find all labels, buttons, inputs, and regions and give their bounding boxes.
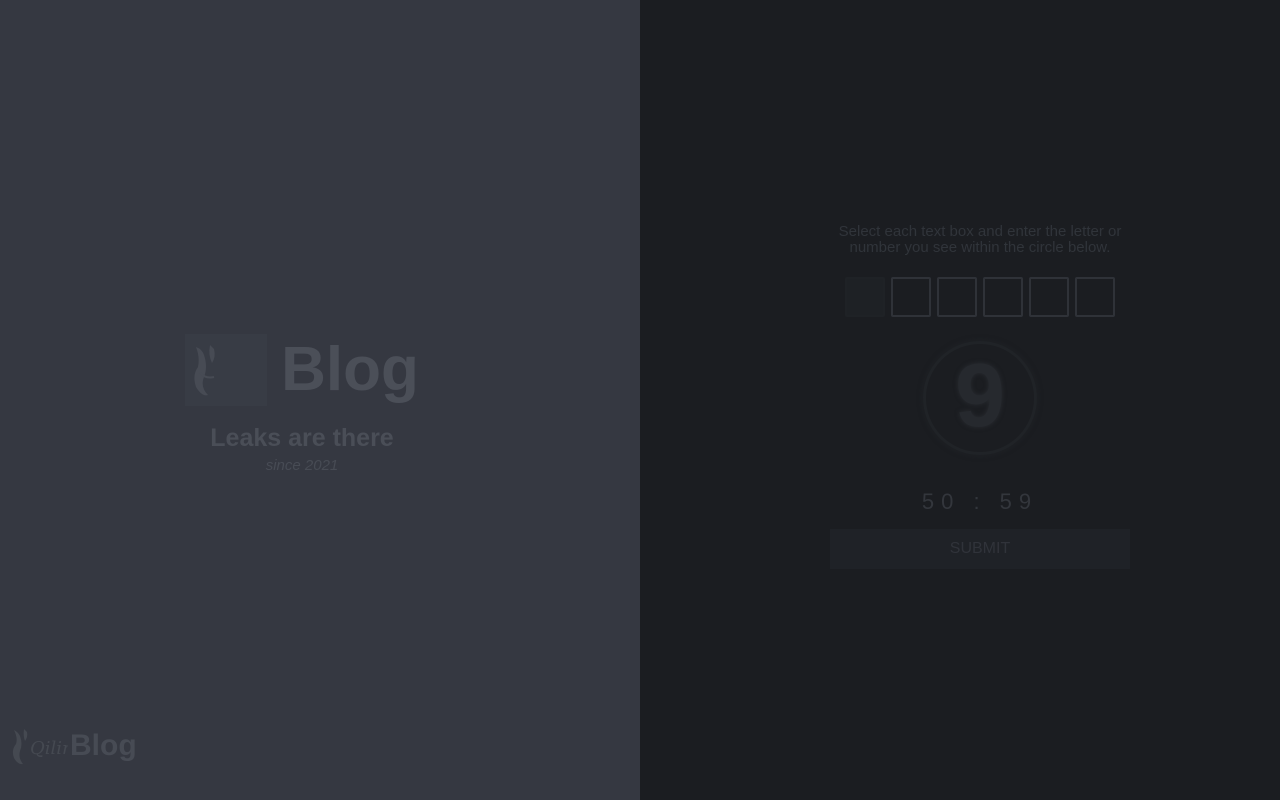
brand-block: Blog Leaks are there since 2021 <box>0 330 604 474</box>
brand-tagline: Leaks are there <box>210 424 394 452</box>
captcha-box-5[interactable] <box>1029 277 1069 317</box>
captcha-circle: 9 <box>923 341 1037 455</box>
brand-title: Blog <box>281 335 419 404</box>
brand-since: since 2021 <box>265 457 339 474</box>
captcha-box-1[interactable] <box>845 277 885 317</box>
captcha-box-4[interactable] <box>983 277 1023 317</box>
captcha-panel: Select each text box and enter the lette… <box>640 0 1280 800</box>
captcha-box-3[interactable] <box>937 277 977 317</box>
captcha-instruction: Select each text box and enter the lette… <box>838 223 1122 256</box>
captcha-box-6[interactable] <box>1075 277 1115 317</box>
brand-panel: Blog Leaks are there since 2021 Qilin Bl… <box>0 0 640 800</box>
captcha-character: 9 <box>954 346 1006 446</box>
submit-button[interactable]: SUBMIT <box>830 529 1130 569</box>
captcha-code-boxes <box>845 277 1115 317</box>
dragon-icon <box>194 345 215 396</box>
qilin-logo-icon <box>185 334 268 406</box>
captcha-box-2[interactable] <box>891 277 931 317</box>
footer-dragon-icon: Qilin <box>8 724 68 768</box>
page: Blog Leaks are there since 2021 Qilin Bl… <box>0 0 1280 800</box>
footer-brand[interactable]: Qilin Blog <box>8 724 137 768</box>
footer-logo-text: Qilin <box>30 738 68 759</box>
footer-title: Blog <box>70 729 137 762</box>
brand-row: Blog <box>185 330 419 410</box>
captcha-timer: 50 : 59 <box>921 489 1039 514</box>
captcha-form: Select each text box and enter the lette… <box>830 224 1130 569</box>
